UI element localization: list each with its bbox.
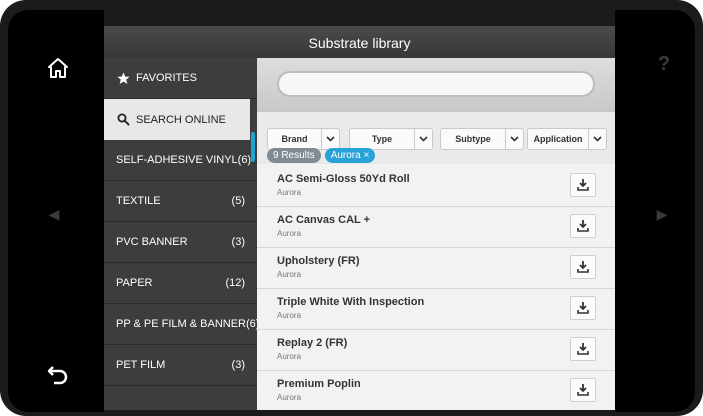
sidebar-item-label: PET FILM bbox=[116, 359, 166, 371]
category-sidebar: FAVORITES SEARCH ONLINE SELF-ADHESIVE VI… bbox=[104, 58, 259, 410]
star-icon bbox=[116, 71, 130, 85]
substrate-name: Upholstery (FR) bbox=[277, 255, 360, 267]
sidebar-item-textile[interactable]: TEXTILE (5) bbox=[104, 181, 257, 222]
list-item[interactable]: Triple White With Inspection Aurora bbox=[257, 289, 615, 330]
filter-label: Brand bbox=[281, 134, 308, 144]
chevron-down-icon bbox=[414, 129, 432, 149]
results-panel: Brand Type Subtype Application 9 Results… bbox=[257, 58, 615, 410]
brand-filter-dropdown[interactable]: Brand bbox=[267, 128, 340, 150]
download-icon[interactable] bbox=[570, 255, 596, 279]
list-item[interactable]: Premium Poplin Aurora bbox=[257, 371, 615, 410]
sidebar-item-pvc-banner[interactable]: PVC BANNER (3) bbox=[104, 222, 257, 263]
sidebar-item-count: (12) bbox=[225, 277, 245, 289]
help-icon[interactable]: ? bbox=[652, 52, 676, 76]
list-item[interactable]: AC Semi-Gloss 50Yd Roll Aurora bbox=[257, 166, 615, 207]
substrate-brand: Aurora bbox=[277, 352, 302, 361]
chevron-down-icon bbox=[321, 129, 339, 149]
download-icon[interactable] bbox=[570, 214, 596, 238]
home-icon[interactable] bbox=[44, 54, 72, 82]
substrate-brand: Aurora bbox=[277, 229, 302, 238]
sidebar-item-label: PVC BANNER bbox=[116, 236, 188, 248]
sidebar-item-pet-film[interactable]: PET FILM (3) bbox=[104, 345, 257, 386]
sidebar-item-search-online[interactable]: SEARCH ONLINE bbox=[104, 99, 250, 140]
sidebar-item-label: PAPER bbox=[116, 277, 153, 289]
substrate-list: AC Semi-Gloss 50Yd Roll Aurora AC Canvas… bbox=[257, 166, 615, 410]
sidebar-item-self-adhesive-vinyl[interactable]: SELF-ADHESIVE VINYL (6) bbox=[104, 140, 257, 181]
sidebar-item-label: TEXTILE bbox=[116, 195, 161, 207]
back-icon[interactable] bbox=[44, 360, 72, 388]
prev-page-arrow-icon[interactable]: ◀ bbox=[44, 204, 64, 224]
application-filter-dropdown[interactable]: Application bbox=[527, 128, 607, 150]
substrate-name: Premium Poplin bbox=[277, 378, 361, 390]
search-icon bbox=[116, 113, 130, 127]
touch-screen: Substrate library FAVORITES SEARCH ONLIN… bbox=[104, 26, 615, 410]
substrate-name: Triple White With Inspection bbox=[277, 296, 425, 308]
sidebar-item-label: SELF-ADHESIVE VINYL bbox=[116, 154, 238, 166]
filter-label: Type bbox=[371, 134, 393, 144]
list-item[interactable]: Upholstery (FR) Aurora bbox=[257, 248, 615, 289]
sidebar-item-pp-pe-film-banner[interactable]: PP & PE FILM & BANNER (6) bbox=[104, 304, 259, 345]
sidebar-item-paper[interactable]: PAPER (12) bbox=[104, 263, 257, 304]
download-icon[interactable] bbox=[570, 378, 596, 402]
download-icon[interactable] bbox=[570, 337, 596, 361]
sidebar-item-count: (6) bbox=[237, 154, 252, 166]
sidebar-item-label: SEARCH ONLINE bbox=[136, 113, 226, 126]
download-icon[interactable] bbox=[570, 173, 596, 197]
chevron-down-icon bbox=[505, 129, 523, 149]
filter-label: Application bbox=[533, 134, 583, 144]
next-page-arrow-icon[interactable]: ▶ bbox=[652, 204, 672, 224]
results-count-badge: 9 Results bbox=[267, 148, 321, 163]
chevron-down-icon bbox=[588, 129, 606, 149]
substrate-brand: Aurora bbox=[277, 311, 302, 320]
list-item[interactable]: AC Canvas CAL + Aurora bbox=[257, 207, 615, 248]
page-title: Substrate library bbox=[104, 26, 615, 58]
substrate-name: Replay 2 (FR) bbox=[277, 337, 348, 349]
substrate-brand: Aurora bbox=[277, 393, 302, 402]
download-icon[interactable] bbox=[570, 296, 596, 320]
substrate-name: AC Canvas CAL + bbox=[277, 214, 371, 226]
search-bar bbox=[257, 58, 615, 112]
filter-chips: 9 Results Aurora × bbox=[267, 148, 376, 164]
sidebar-item-count: (3) bbox=[231, 359, 245, 371]
substrate-brand: Aurora bbox=[277, 188, 302, 197]
search-input[interactable] bbox=[277, 71, 595, 97]
sidebar-item-count: (5) bbox=[231, 195, 245, 207]
active-filter-chip[interactable]: Aurora × bbox=[324, 148, 376, 163]
substrate-name: AC Semi-Gloss 50Yd Roll bbox=[277, 173, 410, 185]
sidebar-item-favorites[interactable]: FAVORITES bbox=[104, 58, 257, 99]
sidebar-item-label: FAVORITES bbox=[136, 72, 197, 84]
filter-label: Subtype bbox=[455, 134, 491, 144]
subtype-filter-dropdown[interactable]: Subtype bbox=[440, 128, 524, 150]
substrate-brand: Aurora bbox=[277, 270, 302, 279]
type-filter-dropdown[interactable]: Type bbox=[349, 128, 433, 150]
printer-front-panel: ? ◀ ▶ Substrate library FAVORITES SEARCH… bbox=[0, 0, 703, 416]
list-item[interactable]: Replay 2 (FR) Aurora bbox=[257, 330, 615, 371]
sidebar-item-label: PP & PE FILM & BANNER bbox=[116, 318, 247, 330]
sidebar-item-count: (3) bbox=[231, 236, 245, 248]
